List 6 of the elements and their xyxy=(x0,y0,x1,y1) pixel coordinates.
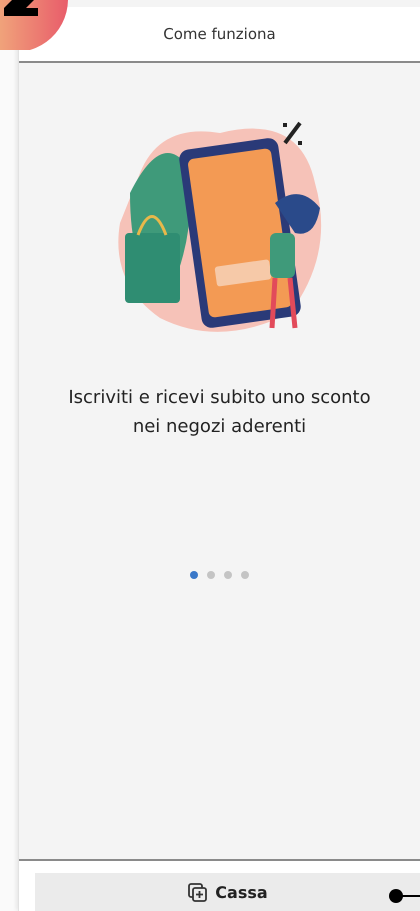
slide-caption: Iscriviti e ricevi subito uno sconto nei negozi aderenti xyxy=(67,386,372,439)
header-title: Come funziona xyxy=(163,24,276,45)
add-copy-icon xyxy=(187,882,210,904)
leader-line xyxy=(388,888,420,904)
step-badge-drawing xyxy=(0,0,68,50)
cassa-button[interactable]: Cassa xyxy=(35,873,420,911)
